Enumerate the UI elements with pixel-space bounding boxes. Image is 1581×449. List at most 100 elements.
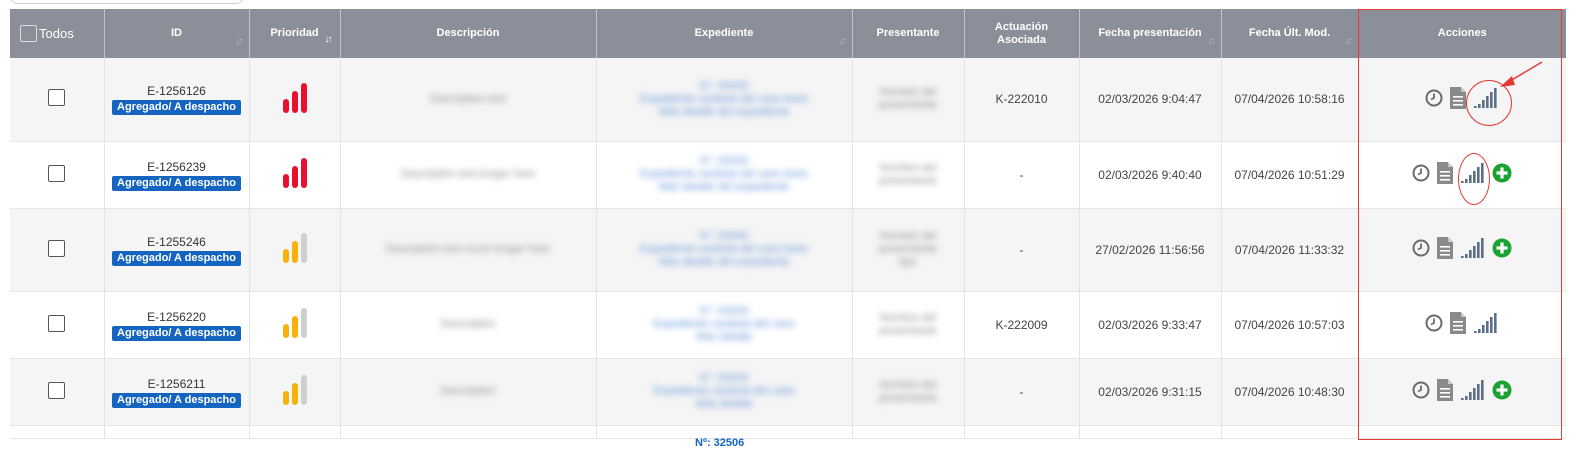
signal-bars-icon[interactable] [1473, 87, 1499, 112]
row-checkbox[interactable] [48, 89, 66, 107]
add-circle-icon[interactable] [1492, 238, 1512, 261]
presentante-text: Nombre del presentante [878, 86, 938, 112]
presentante-text: Nombre del presentante [878, 161, 938, 187]
top-filter-field[interactable] [10, 0, 244, 4]
signal-bars-icon[interactable] [1460, 162, 1486, 187]
column-header-id[interactable]: ID ↓↑ [104, 9, 250, 58]
actuacion-cell: K-222010 [964, 58, 1080, 142]
description-cell: Description text [340, 58, 597, 142]
actuacion-value: - [1019, 384, 1024, 399]
signal-bars-icon[interactable] [1460, 379, 1486, 404]
sort-active-icon[interactable]: ↓↑ [325, 33, 333, 46]
clock-icon[interactable] [1412, 239, 1430, 260]
actions-group [1363, 311, 1563, 338]
actuacion-value: - [1019, 242, 1024, 257]
row-checkbox[interactable] [48, 164, 66, 182]
expediente-cell: N°: 00000 Expediente carátula del caso Más… [596, 291, 853, 359]
actuacion-cell: - [964, 141, 1080, 209]
column-header-fecha-mod[interactable]: Fecha Últ. Mod. ↓↑ [1221, 9, 1359, 58]
add-circle-icon[interactable] [1492, 380, 1512, 403]
row-id[interactable]: E-1256126 [109, 83, 245, 99]
actions-cell [1358, 358, 1566, 426]
actions-group [1363, 378, 1563, 405]
description-cell: Description text much longer here [340, 208, 597, 292]
sort-icon[interactable]: ↓↑ [1345, 35, 1353, 48]
add-circle-icon[interactable] [1492, 163, 1512, 186]
document-icon[interactable] [1436, 236, 1454, 263]
actions-group [1363, 86, 1563, 113]
presentante-cell: Nombre del presentante [852, 141, 965, 209]
document-icon[interactable] [1436, 161, 1454, 188]
partial-row-expediente[interactable]: Nº: 32506 [695, 437, 744, 449]
document-icon[interactable] [1449, 311, 1467, 338]
expediente-link[interactable]: N°: 00000 Expediente carátula del caso te… [601, 155, 848, 194]
actuacion-cell: - [964, 358, 1080, 426]
row-checkbox[interactable] [48, 239, 66, 257]
document-icon[interactable] [1436, 378, 1454, 405]
clock-icon[interactable] [1425, 314, 1443, 335]
presentante-cell: Nombre del presentante [852, 358, 965, 426]
expediente-link[interactable]: N°: 00000 Expediente carátula del caso Más… [601, 372, 848, 411]
row-checkbox[interactable] [48, 381, 66, 399]
select-all-checkbox[interactable] [20, 25, 37, 42]
fecha-mod-value: 07/04/2026 10:57:03 [1234, 317, 1345, 332]
select-all-header[interactable]: Todos [10, 9, 105, 58]
fecha-mod-value: 07/04/2026 10:58:16 [1234, 92, 1345, 107]
signal-bars-icon[interactable] [1460, 237, 1486, 262]
sort-icon[interactable]: ↓↑ [839, 35, 847, 48]
column-header-presentante[interactable]: Presentante [852, 9, 965, 58]
actions-group [1363, 236, 1563, 263]
priority-cell [249, 141, 341, 209]
status-badge: Agregado/ A despacho [112, 325, 241, 341]
row-select-cell[interactable] [10, 358, 105, 426]
row-id[interactable]: E-1256211 [109, 376, 245, 392]
id-cell: E-1256220 Agregado/ A despacho [104, 291, 250, 359]
row-select-cell[interactable] [10, 141, 105, 209]
column-header-actuacion[interactable]: Actuación Asociada [964, 9, 1080, 58]
table-row[interactable]: E-1256239 Agregado/ A despacho Descriptio… [10, 141, 1566, 209]
expediente-link[interactable]: N°: 00000 Expediente carátula del caso te… [601, 80, 848, 119]
column-header-prioridad[interactable]: Prioridad ↓↑ [249, 9, 341, 58]
description-cell: Description [340, 358, 597, 426]
row-checkbox[interactable] [48, 314, 66, 332]
id-cell: E-1256239 Agregado/ A despacho [104, 141, 250, 209]
row-id[interactable]: E-1256239 [109, 159, 245, 175]
row-id[interactable]: E-1255246 [109, 234, 245, 250]
sort-icon[interactable]: ↓↑ [1208, 35, 1216, 48]
fecha-mod-cell: 07/04/2026 10:48:30 [1221, 358, 1359, 426]
column-header-descripcion[interactable]: Descripción [340, 9, 597, 58]
fecha-presentacion-value: 02/03/2026 9:31:15 [1098, 384, 1202, 399]
actuacion-value: K-222010 [995, 92, 1048, 107]
expediente-link[interactable]: N°: 00000 Expediente carátula del caso te… [601, 230, 848, 269]
table-row[interactable]: E-1256220 Agregado/ A despacho Descriptio… [10, 291, 1566, 359]
sort-icon[interactable]: ↓↑ [236, 35, 244, 48]
fecha-mod-cell: 07/04/2026 10:51:29 [1221, 141, 1359, 209]
table-row[interactable]: E-1256211 Agregado/ A despacho Descriptio… [10, 358, 1566, 426]
clock-icon[interactable] [1425, 89, 1443, 110]
table-row[interactable]: E-1255246 Agregado/ A despacho Descriptio… [10, 208, 1566, 292]
description-text: Description text much longer here [385, 243, 551, 255]
clock-icon[interactable] [1412, 164, 1430, 185]
id-cell: E-1255246 Agregado/ A despacho [104, 208, 250, 292]
expediente-link[interactable]: N°: 00000 Expediente carátula del caso Más… [601, 305, 848, 344]
document-icon[interactable] [1449, 86, 1467, 113]
signal-bars-icon[interactable] [1473, 312, 1499, 337]
fecha-presentacion-value: 02/03/2026 9:33:47 [1098, 317, 1202, 332]
actions-cell [1358, 141, 1566, 209]
table-row[interactable]: E-1256126 Agregado/ A despacho Descriptio… [10, 58, 1566, 142]
priority-icon [280, 375, 310, 410]
priority-cell [249, 291, 341, 359]
column-header-fecha-presentacion[interactable]: Fecha presentación ↓↑ [1079, 9, 1222, 58]
column-header-expediente[interactable]: Expediente ↓↑ [596, 9, 853, 58]
row-select-cell[interactable] [10, 208, 105, 292]
fecha-presentacion-value: 02/03/2026 9:40:40 [1098, 167, 1202, 182]
actuacion-value: - [1019, 167, 1024, 182]
row-select-cell[interactable] [10, 58, 105, 142]
fecha-mod-cell: 07/04/2026 10:58:16 [1221, 58, 1359, 142]
row-select-cell[interactable] [10, 291, 105, 359]
description-cell: Description [340, 291, 597, 359]
row-id[interactable]: E-1256220 [109, 309, 245, 325]
clock-icon[interactable] [1412, 381, 1430, 402]
fecha-mod-value: 07/04/2026 11:33:32 [1234, 242, 1345, 257]
column-header-acciones: Acciones [1358, 9, 1566, 58]
